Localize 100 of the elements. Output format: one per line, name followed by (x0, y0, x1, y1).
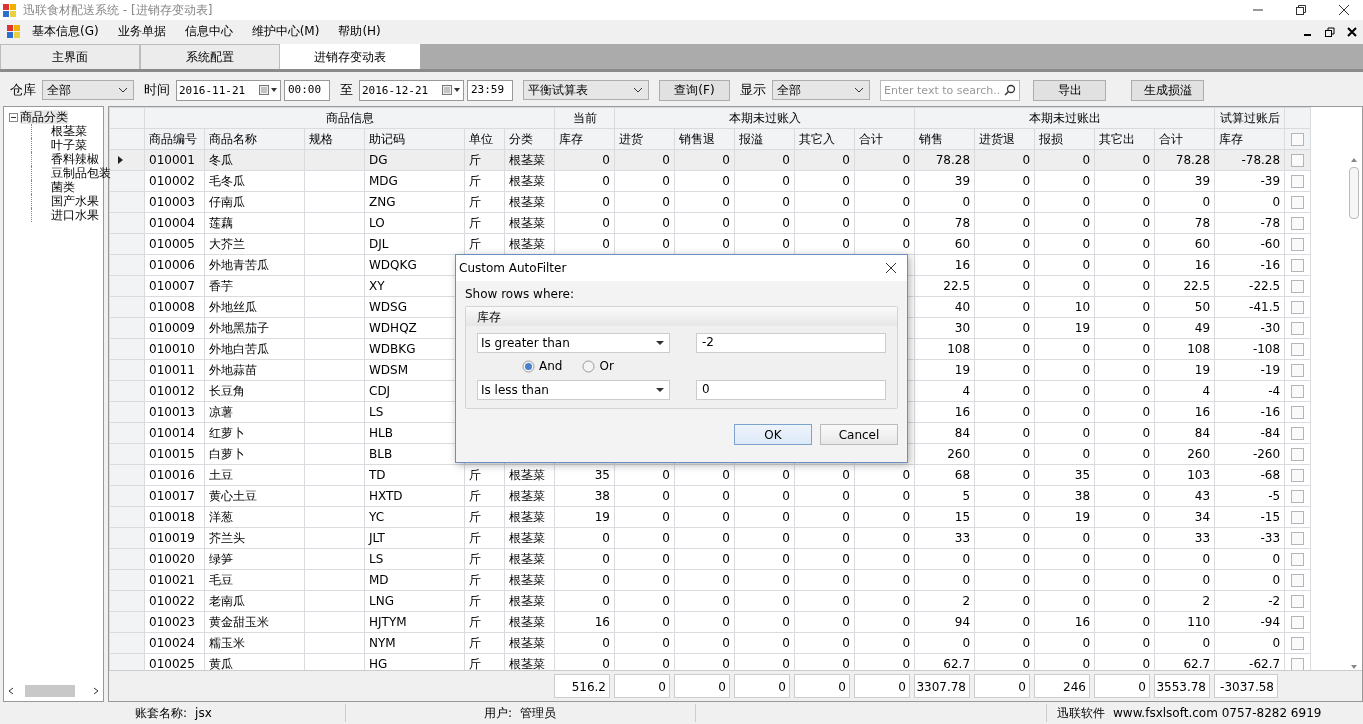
table-cell: 0 (974, 212, 1035, 234)
dropdown[interactable]: 全部 (42, 80, 134, 100)
checkbox[interactable] (1291, 511, 1305, 524)
checkbox[interactable] (1291, 469, 1305, 482)
scroll-thumb[interactable] (25, 685, 75, 697)
scroll-thumb[interactable] (1348, 167, 1359, 219)
table-cell: 19 (554, 506, 615, 528)
table-cell: 根茎菜 (504, 485, 555, 507)
radio-button[interactable] (582, 359, 596, 373)
dropdown[interactable]: 全部 (772, 80, 870, 100)
radio-label[interactable]: And (539, 359, 563, 373)
checkbox[interactable] (1291, 406, 1305, 419)
checkbox[interactable] (1291, 364, 1305, 377)
value-field[interactable]: -2 (696, 333, 886, 353)
checkbox[interactable] (1291, 595, 1305, 608)
table-cell: 19 (1154, 359, 1215, 381)
menu-item[interactable]: 业务单据 (106, 23, 174, 40)
query-button[interactable]: 查询(F) (659, 79, 730, 101)
table-cell: 39 (914, 170, 975, 192)
checkbox[interactable] (1291, 658, 1305, 670)
tree-item[interactable]: 进口水果 (33, 208, 99, 222)
checkbox[interactable] (1291, 175, 1305, 188)
checkbox[interactable] (1291, 385, 1305, 398)
table-cell: 0 (614, 506, 675, 528)
time-field[interactable]: 23:59 (467, 79, 513, 101)
restore-icon[interactable] (1325, 26, 1335, 37)
tab[interactable]: 系统配置 (140, 44, 280, 69)
restore-icon[interactable] (1295, 4, 1307, 16)
table-cell: 0 (734, 548, 795, 570)
checkbox[interactable] (1291, 616, 1305, 629)
checkbox[interactable] (1291, 553, 1305, 566)
checkbox[interactable] (1291, 343, 1305, 356)
tree-item[interactable]: 菌类 (33, 180, 75, 194)
table-cell: 260 (1154, 443, 1215, 465)
account-name: jsx (195, 706, 212, 720)
checkbox[interactable] (1291, 154, 1305, 167)
table-cell: 0 (794, 548, 855, 570)
table-cell: 0 (614, 527, 675, 549)
table-cell: 0 (854, 485, 915, 507)
total-cell: 0 (794, 674, 850, 698)
checkbox[interactable] (1291, 574, 1305, 587)
calendar-dropdown-icon (258, 84, 278, 96)
date-picker[interactable]: 2016-11-21 (176, 79, 281, 101)
app-logo-icon (6, 24, 21, 39)
tree-item[interactable]: 国产水果 (33, 194, 99, 208)
checkbox[interactable] (1291, 448, 1305, 461)
tree-item[interactable]: 豆制品包装 (33, 166, 111, 180)
close-icon[interactable] (1338, 4, 1350, 16)
checkbox[interactable] (1291, 532, 1305, 545)
operator-dropdown[interactable]: Is greater than (477, 333, 670, 353)
table-cell: 010018 (144, 506, 205, 528)
menu-item[interactable]: 帮助(H) (327, 23, 389, 40)
checkbox[interactable] (1291, 490, 1305, 503)
radio-label[interactable]: Or (599, 359, 614, 373)
table-cell: 0 (1034, 527, 1095, 549)
close-icon[interactable] (885, 262, 897, 274)
generate-loss-button[interactable]: 生成损溢 (1131, 79, 1204, 101)
radio-button[interactable] (522, 359, 535, 373)
group-title: 库存 (466, 307, 897, 326)
table-cell: -22.5 (1214, 275, 1285, 297)
checkbox[interactable] (1291, 637, 1305, 650)
tab[interactable]: 进销存变动表 (280, 44, 420, 69)
row-pointer-icon (118, 156, 123, 164)
menu-item[interactable]: 信息中心 (173, 23, 241, 40)
window-title: 迅联食材配送系统 - [进销存变动表] (23, 1, 213, 19)
checkbox[interactable] (1291, 238, 1305, 251)
close-icon[interactable] (1347, 26, 1357, 37)
checkbox[interactable] (1291, 133, 1305, 146)
dropdown[interactable]: 平衡试算表 (523, 80, 649, 100)
menu-item[interactable]: 基本信息(G) (21, 23, 107, 40)
tree-item[interactable]: 香料辣椒 (33, 152, 99, 166)
ok-button[interactable]: OK (734, 424, 812, 445)
value-field[interactable]: 0 (696, 380, 886, 400)
checkbox[interactable] (1291, 217, 1305, 230)
operator-dropdown[interactable]: Is less than (477, 380, 670, 400)
table-cell: LO (364, 212, 465, 234)
checkbox[interactable] (1291, 196, 1305, 209)
table-cell: 0 (854, 170, 915, 192)
export-button[interactable]: 导出 (1033, 79, 1106, 101)
table-cell: 老南瓜 (204, 590, 305, 612)
tree-item[interactable]: 叶子菜 (33, 138, 87, 152)
checkbox[interactable] (1291, 301, 1305, 314)
tree-item[interactable]: 根茎菜 (33, 124, 87, 138)
search-field[interactable]: Enter text to search.. (880, 79, 1020, 101)
table-cell: 0 (734, 590, 795, 612)
menu-item[interactable]: 维护中心(M) (240, 23, 328, 40)
checkbox[interactable] (1291, 259, 1305, 272)
tab[interactable]: 主界面 (0, 44, 140, 69)
table-cell: 0 (854, 632, 915, 654)
table-cell: -39 (1214, 170, 1285, 192)
checkbox[interactable] (1291, 322, 1305, 335)
search-icon (1004, 83, 1016, 96)
checkbox[interactable] (1291, 427, 1305, 440)
date-picker[interactable]: 2016-12-21 (359, 79, 464, 101)
tree-item[interactable]: 商品分类 (20, 110, 68, 124)
cancel-button[interactable]: Cancel (820, 424, 898, 445)
time-field[interactable]: 00:00 (284, 79, 330, 101)
table-cell: 010003 (144, 191, 205, 213)
collapse-toggle-icon[interactable] (9, 112, 18, 122)
checkbox[interactable] (1291, 280, 1305, 293)
